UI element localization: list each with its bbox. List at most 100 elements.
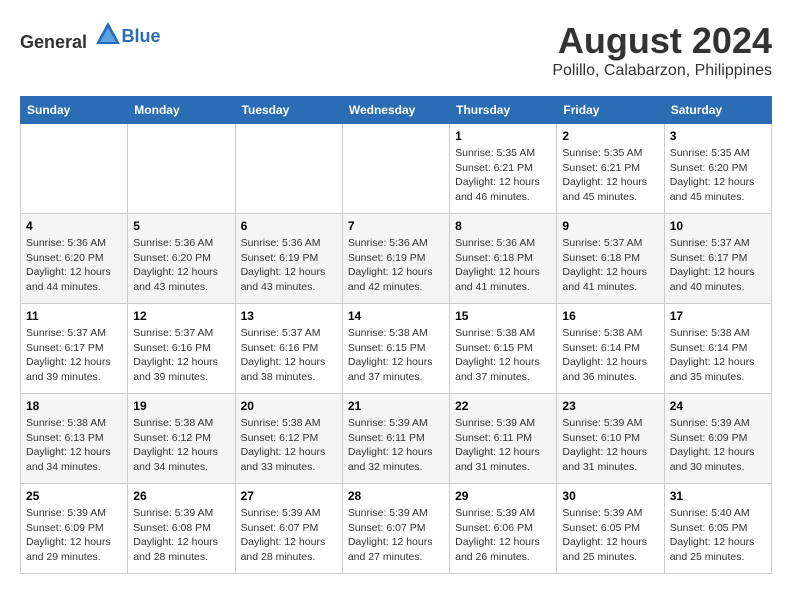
calendar-header-row: SundayMondayTuesdayWednesdayThursdayFrid… — [21, 97, 772, 124]
day-info: Sunrise: 5:37 AM Sunset: 6:16 PM Dayligh… — [133, 326, 229, 385]
day-info: Sunrise: 5:39 AM Sunset: 6:07 PM Dayligh… — [348, 506, 444, 565]
day-number: 1 — [455, 129, 551, 143]
day-number: 23 — [562, 399, 658, 413]
day-info: Sunrise: 5:39 AM Sunset: 6:10 PM Dayligh… — [562, 416, 658, 475]
logo: General Blue — [20, 20, 161, 53]
day-info: Sunrise: 5:39 AM Sunset: 6:09 PM Dayligh… — [670, 416, 766, 475]
calendar-cell: 10 Sunrise: 5:37 AM Sunset: 6:17 PM Dayli… — [664, 214, 771, 304]
calendar-cell: 22 Sunrise: 5:39 AM Sunset: 6:11 PM Dayli… — [450, 394, 557, 484]
day-info: Sunrise: 5:35 AM Sunset: 6:20 PM Dayligh… — [670, 146, 766, 205]
day-number: 14 — [348, 309, 444, 323]
day-info: Sunrise: 5:39 AM Sunset: 6:06 PM Dayligh… — [455, 506, 551, 565]
calendar-cell: 30 Sunrise: 5:39 AM Sunset: 6:05 PM Dayli… — [557, 484, 664, 574]
calendar-cell: 3 Sunrise: 5:35 AM Sunset: 6:20 PM Daylig… — [664, 124, 771, 214]
calendar-week-row: 4 Sunrise: 5:36 AM Sunset: 6:20 PM Daylig… — [21, 214, 772, 304]
calendar-week-row: 11 Sunrise: 5:37 AM Sunset: 6:17 PM Dayli… — [21, 304, 772, 394]
day-info: Sunrise: 5:37 AM Sunset: 6:18 PM Dayligh… — [562, 236, 658, 295]
calendar-week-row: 18Sunrise: 5:38 AM Sunset: 6:13 PM Dayli… — [21, 394, 772, 484]
day-info: Sunrise: 5:37 AM Sunset: 6:17 PM Dayligh… — [670, 236, 766, 295]
calendar-cell: 23 Sunrise: 5:39 AM Sunset: 6:10 PM Dayli… — [557, 394, 664, 484]
day-number: 30 — [562, 489, 658, 503]
day-number: 11 — [26, 309, 122, 323]
day-number: 17 — [670, 309, 766, 323]
day-number: 21 — [348, 399, 444, 413]
day-info: Sunrise: 5:39 AM Sunset: 6:07 PM Dayligh… — [241, 506, 337, 565]
day-number: 24 — [670, 399, 766, 413]
calendar-header-saturday: Saturday — [664, 97, 771, 124]
day-info: Sunrise: 5:36 AM Sunset: 6:20 PM Dayligh… — [26, 236, 122, 295]
calendar-cell: 12Sunrise: 5:37 AM Sunset: 6:16 PM Dayli… — [128, 304, 235, 394]
day-info: Sunrise: 5:35 AM Sunset: 6:21 PM Dayligh… — [455, 146, 551, 205]
calendar-cell: 1 Sunrise: 5:35 AM Sunset: 6:21 PM Daylig… — [450, 124, 557, 214]
calendar-cell: 16Sunrise: 5:38 AM Sunset: 6:14 PM Dayli… — [557, 304, 664, 394]
calendar-cell: 15 Sunrise: 5:38 AM Sunset: 6:15 PM Dayli… — [450, 304, 557, 394]
calendar-week-row: 1 Sunrise: 5:35 AM Sunset: 6:21 PM Daylig… — [21, 124, 772, 214]
day-number: 28 — [348, 489, 444, 503]
calendar-cell: 13Sunrise: 5:37 AM Sunset: 6:16 PM Dayli… — [235, 304, 342, 394]
day-number: 8 — [455, 219, 551, 233]
day-number: 15 — [455, 309, 551, 323]
day-number: 10 — [670, 219, 766, 233]
day-info: Sunrise: 5:38 AM Sunset: 6:14 PM Dayligh… — [670, 326, 766, 385]
calendar-header-wednesday: Wednesday — [342, 97, 449, 124]
day-info: Sunrise: 5:38 AM Sunset: 6:13 PM Dayligh… — [26, 416, 122, 475]
day-number: 22 — [455, 399, 551, 413]
day-info: Sunrise: 5:36 AM Sunset: 6:20 PM Dayligh… — [133, 236, 229, 295]
calendar-cell: 24 Sunrise: 5:39 AM Sunset: 6:09 PM Dayli… — [664, 394, 771, 484]
calendar-cell: 31 Sunrise: 5:40 AM Sunset: 6:05 PM Dayli… — [664, 484, 771, 574]
day-info: Sunrise: 5:38 AM Sunset: 6:15 PM Dayligh… — [348, 326, 444, 385]
calendar-cell: 6 Sunrise: 5:36 AM Sunset: 6:19 PM Daylig… — [235, 214, 342, 304]
calendar-cell — [128, 124, 235, 214]
day-number: 3 — [670, 129, 766, 143]
page-header: General Blue August 2024 Polillo, Calaba… — [20, 20, 772, 80]
day-number: 31 — [670, 489, 766, 503]
calendar-header-monday: Monday — [128, 97, 235, 124]
calendar-cell: 21 Sunrise: 5:39 AM Sunset: 6:11 PM Dayli… — [342, 394, 449, 484]
day-number: 20 — [241, 399, 337, 413]
calendar-cell: 7 Sunrise: 5:36 AM Sunset: 6:19 PM Daylig… — [342, 214, 449, 304]
calendar-cell: 27 Sunrise: 5:39 AM Sunset: 6:07 PM Dayli… — [235, 484, 342, 574]
calendar-cell: 14 Sunrise: 5:38 AM Sunset: 6:15 PM Dayli… — [342, 304, 449, 394]
logo-icon — [94, 20, 122, 48]
calendar-header-sunday: Sunday — [21, 97, 128, 124]
calendar-cell: 9 Sunrise: 5:37 AM Sunset: 6:18 PM Daylig… — [557, 214, 664, 304]
day-number: 7 — [348, 219, 444, 233]
day-number: 2 — [562, 129, 658, 143]
day-info: Sunrise: 5:36 AM Sunset: 6:19 PM Dayligh… — [348, 236, 444, 295]
calendar-header-tuesday: Tuesday — [235, 97, 342, 124]
calendar-cell: 18Sunrise: 5:38 AM Sunset: 6:13 PM Dayli… — [21, 394, 128, 484]
calendar-cell: 25 Sunrise: 5:39 AM Sunset: 6:09 PM Dayli… — [21, 484, 128, 574]
day-number: 6 — [241, 219, 337, 233]
day-number: 4 — [26, 219, 122, 233]
day-info: Sunrise: 5:38 AM Sunset: 6:12 PM Dayligh… — [133, 416, 229, 475]
calendar-cell — [235, 124, 342, 214]
calendar-week-row: 25 Sunrise: 5:39 AM Sunset: 6:09 PM Dayli… — [21, 484, 772, 574]
day-info: Sunrise: 5:39 AM Sunset: 6:11 PM Dayligh… — [455, 416, 551, 475]
day-info: Sunrise: 5:37 AM Sunset: 6:17 PM Dayligh… — [26, 326, 122, 385]
day-number: 25 — [26, 489, 122, 503]
day-info: Sunrise: 5:39 AM Sunset: 6:11 PM Dayligh… — [348, 416, 444, 475]
calendar-cell: 19 Sunrise: 5:38 AM Sunset: 6:12 PM Dayli… — [128, 394, 235, 484]
day-info: Sunrise: 5:36 AM Sunset: 6:19 PM Dayligh… — [241, 236, 337, 295]
day-number: 27 — [241, 489, 337, 503]
calendar-cell: 17 Sunrise: 5:38 AM Sunset: 6:14 PM Dayli… — [664, 304, 771, 394]
calendar-header-thursday: Thursday — [450, 97, 557, 124]
day-number: 19 — [133, 399, 229, 413]
calendar-cell: 4 Sunrise: 5:36 AM Sunset: 6:20 PM Daylig… — [21, 214, 128, 304]
day-info: Sunrise: 5:39 AM Sunset: 6:05 PM Dayligh… — [562, 506, 658, 565]
day-info: Sunrise: 5:40 AM Sunset: 6:05 PM Dayligh… — [670, 506, 766, 565]
day-number: 5 — [133, 219, 229, 233]
day-info: Sunrise: 5:38 AM Sunset: 6:15 PM Dayligh… — [455, 326, 551, 385]
day-info: Sunrise: 5:39 AM Sunset: 6:09 PM Dayligh… — [26, 506, 122, 565]
day-info: Sunrise: 5:38 AM Sunset: 6:14 PM Dayligh… — [562, 326, 658, 385]
calendar-cell — [342, 124, 449, 214]
day-info: Sunrise: 5:39 AM Sunset: 6:08 PM Dayligh… — [133, 506, 229, 565]
day-number: 9 — [562, 219, 658, 233]
calendar-cell: 5 Sunrise: 5:36 AM Sunset: 6:20 PM Daylig… — [128, 214, 235, 304]
calendar-table: SundayMondayTuesdayWednesdayThursdayFrid… — [20, 96, 772, 574]
calendar-cell: 26 Sunrise: 5:39 AM Sunset: 6:08 PM Dayli… — [128, 484, 235, 574]
location-subtitle: Polillo, Calabarzon, Philippines — [552, 62, 772, 80]
day-number: 26 — [133, 489, 229, 503]
day-info: Sunrise: 5:36 AM Sunset: 6:18 PM Dayligh… — [455, 236, 551, 295]
day-info: Sunrise: 5:37 AM Sunset: 6:16 PM Dayligh… — [241, 326, 337, 385]
